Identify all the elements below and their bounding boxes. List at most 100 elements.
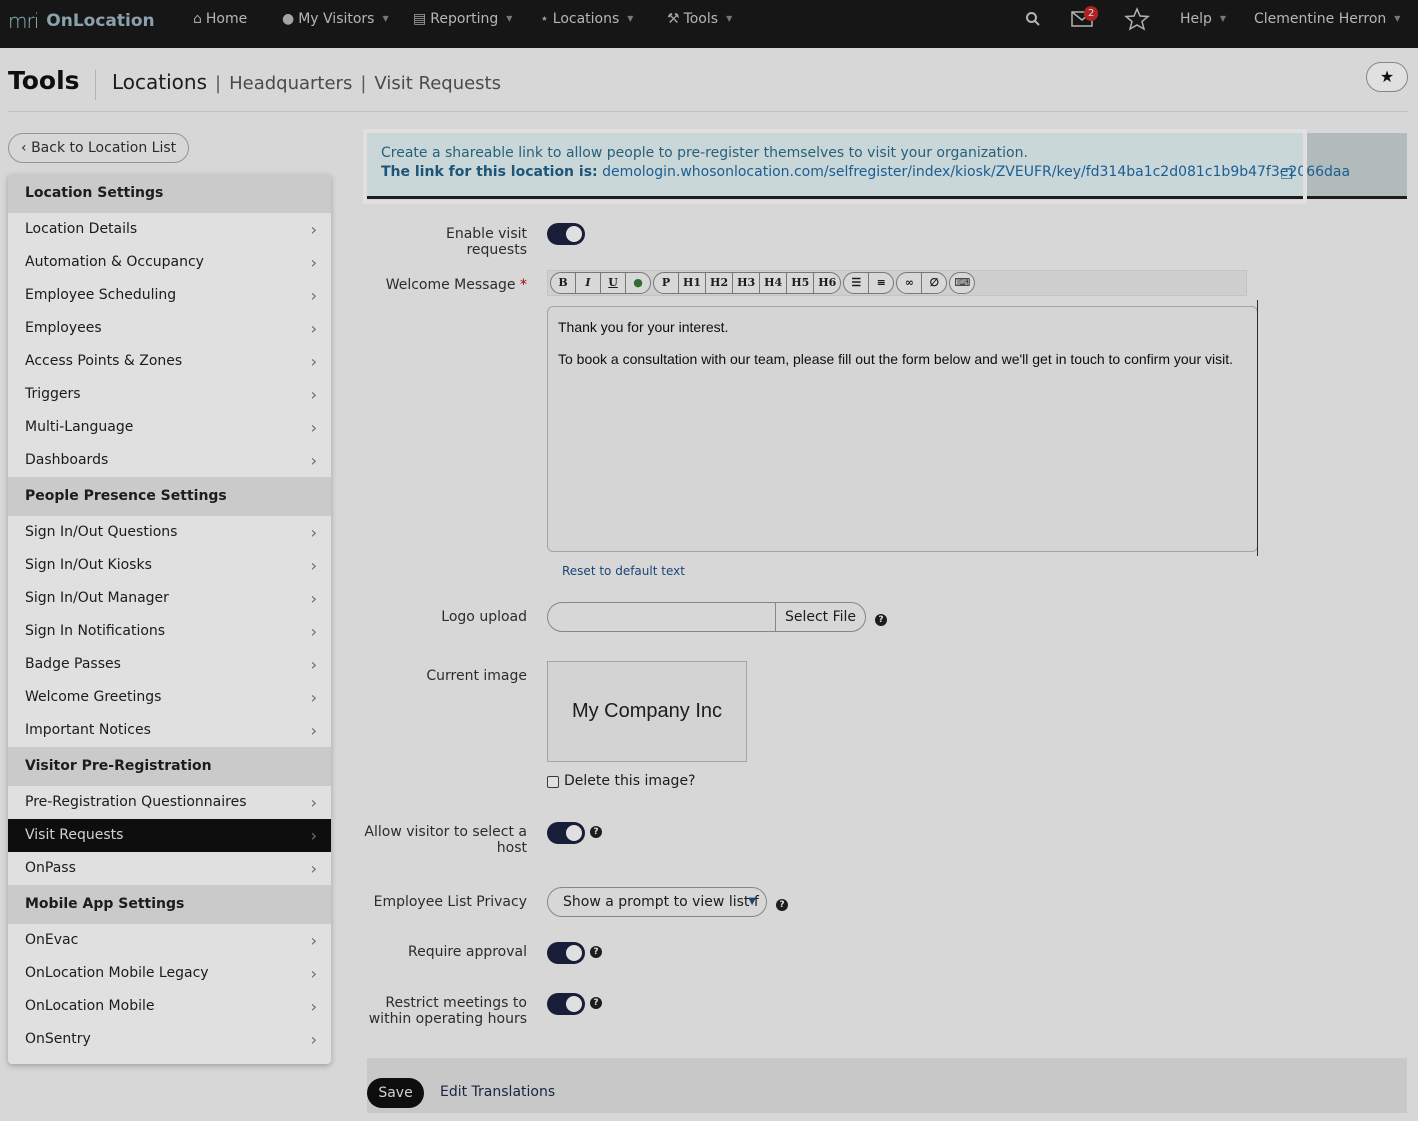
enable-visit-requests-label: Enable visit requests	[446, 226, 527, 258]
color-picker-icon[interactable]: ●	[625, 272, 651, 294]
sidebar-item-employee-scheduling[interactable]: Employee Scheduling ›	[8, 279, 331, 312]
editor-resize-border	[1257, 300, 1258, 556]
welcome-message-editor[interactable]: Thank you for your interest. To book a c…	[547, 306, 1258, 552]
logo-file-input[interactable]	[547, 602, 776, 632]
h6-button[interactable]: H6	[813, 272, 842, 294]
sidebar-item-label: OnLocation Mobile Legacy	[25, 965, 209, 981]
favorites-button[interactable]	[1124, 0, 1150, 48]
sidebar-item-onevac[interactable]: OnEvac ›	[8, 924, 331, 957]
allow-host-toggle[interactable]	[547, 822, 585, 844]
chevron-right-icon: ›	[310, 931, 317, 950]
delete-image-checkbox[interactable]	[547, 776, 559, 788]
search-button[interactable]	[1025, 0, 1041, 48]
copy-icon[interactable]: ❐	[1280, 167, 1293, 183]
h1-button[interactable]: H1	[678, 272, 707, 294]
sidebar-item-multi-language[interactable]: Multi-Language ›	[8, 411, 331, 444]
unordered-list-icon[interactable]: ≡	[868, 272, 895, 294]
chevron-right-icon: ›	[310, 589, 317, 608]
help-icon[interactable]: ?	[590, 826, 602, 838]
sidebar-item-sign-in-notifications[interactable]: Sign In Notifications ›	[8, 615, 331, 648]
breadcrumb-locations[interactable]: Locations	[112, 70, 207, 94]
privacy-select[interactable]: Show a prompt to view list f ▼	[547, 887, 767, 917]
ordered-list-icon[interactable]: ☰	[843, 272, 870, 294]
sidebar-item-automation-occupancy[interactable]: Automation & Occupancy ›	[8, 246, 331, 279]
sidebar-item-location-details[interactable]: Location Details ›	[8, 213, 331, 246]
toggle-knob	[566, 996, 582, 1012]
sidebar-item-dashboards[interactable]: Dashboards ›	[8, 444, 331, 477]
help-icon[interactable]: ?	[590, 946, 602, 958]
chevron-right-icon: ›	[310, 1030, 317, 1049]
sidebar-item-label: Sign In/Out Questions	[25, 524, 178, 540]
underline-button[interactable]: U	[600, 272, 626, 294]
sidebar-item-access-points-zones[interactable]: Access Points & Zones ›	[8, 345, 331, 378]
sidebar-item-badge-passes[interactable]: Badge Passes ›	[8, 648, 331, 681]
registration-link[interactable]: demologin.whosonlocation.com/selfregiste…	[602, 164, 1350, 180]
bold-button[interactable]: B	[550, 272, 576, 294]
nav-help[interactable]: Help ▼	[1180, 0, 1226, 48]
sidebar-item-label: OnEvac	[25, 932, 79, 948]
current-logo-image: My Company Inc	[547, 661, 747, 762]
sidebar-item-onpass[interactable]: OnPass ›	[8, 852, 331, 885]
sidebar-item-label: Location Details	[25, 221, 138, 237]
nav-tools[interactable]: ⚒ Tools ▼	[667, 0, 732, 48]
sidebar-item-label: Triggers	[25, 386, 81, 402]
select-file-button[interactable]: Select File	[775, 602, 866, 632]
help-icon[interactable]: ?	[776, 899, 788, 911]
help-icon[interactable]: ?	[590, 997, 602, 1009]
app-logo[interactable]: mri OnLocation	[8, 9, 155, 33]
h4-button[interactable]: H4	[759, 272, 788, 294]
sidebar-item-sign-in-out-kiosks[interactable]: Sign In/Out Kiosks ›	[8, 549, 331, 582]
source-code-icon[interactable]: ⌨	[949, 272, 976, 294]
chevron-down-icon: ▼	[1394, 14, 1401, 23]
link-icon[interactable]: ∞	[896, 272, 923, 294]
nav-user-menu[interactable]: Clementine Herron ▼	[1254, 0, 1400, 48]
sidebar-item-sign-in-out-questions[interactable]: Sign In/Out Questions ›	[8, 516, 331, 549]
nav-help-label: Help	[1180, 11, 1212, 27]
heading-group: P H1 H2 H3 H4 H5 H6	[653, 272, 842, 294]
restrict-meetings-toggle[interactable]	[547, 993, 585, 1015]
nav-reporting[interactable]: ▤ Reporting ▼	[413, 0, 512, 48]
sidebar-section-heading: People Presence Settings	[8, 477, 331, 516]
sidebar-item-pre-registration-questionnaires[interactable]: Pre-Registration Questionnaires ›	[8, 786, 331, 819]
list-group: ☰ ≡	[843, 272, 895, 294]
sidebar-item-important-notices[interactable]: Important Notices ›	[8, 714, 331, 747]
edit-translations-link[interactable]: Edit Translations	[440, 1084, 555, 1100]
chevron-right-icon: ›	[310, 253, 317, 272]
sidebar-item-label: Badge Passes	[25, 656, 121, 672]
italic-button[interactable]: I	[575, 272, 601, 294]
chevron-right-icon: ›	[310, 556, 317, 575]
nav-tools-label: Tools	[683, 11, 719, 27]
sidebar-item-onlocation-mobile-legacy[interactable]: OnLocation Mobile Legacy ›	[8, 957, 331, 990]
sidebar-item-visit-requests[interactable]: Visit Requests ›	[8, 819, 331, 852]
sidebar-item-employees[interactable]: Employees ›	[8, 312, 331, 345]
nav-my-visitors[interactable]: ● My Visitors ▼	[282, 0, 389, 48]
back-to-location-list-button[interactable]: ‹ Back to Location List	[8, 133, 190, 163]
help-icon[interactable]: ?	[875, 614, 887, 626]
sidebar-item-sign-in-out-manager[interactable]: Sign In/Out Manager ›	[8, 582, 331, 615]
info-link-label: The link for this location is:	[381, 164, 598, 180]
nav-locations[interactable]: ⋆ Locations ▼	[540, 0, 633, 48]
h5-button[interactable]: H5	[786, 272, 815, 294]
sidebar-item-label: Employees	[25, 320, 102, 336]
restrict-label-line2: within operating hours	[368, 1011, 527, 1027]
sidebar-item-label: Sign In Notifications	[25, 623, 166, 639]
require-approval-toggle[interactable]	[547, 942, 585, 964]
chevron-right-icon: ›	[310, 319, 317, 338]
sidebar-item-triggers[interactable]: Triggers ›	[8, 378, 331, 411]
nav-reporting-label: Reporting	[430, 11, 499, 27]
home-icon: ⌂	[193, 11, 202, 27]
save-button[interactable]: Save	[367, 1078, 424, 1108]
h3-button[interactable]: H3	[732, 272, 761, 294]
sidebar-item-welcome-greetings[interactable]: Welcome Greetings ›	[8, 681, 331, 714]
unlink-icon[interactable]: ∅	[921, 272, 948, 294]
mail-count-badge: 2	[1084, 6, 1099, 21]
enable-visit-requests-toggle[interactable]	[547, 223, 585, 245]
h2-button[interactable]: H2	[705, 272, 734, 294]
breadcrumb-headquarters[interactable]: Headquarters	[229, 73, 352, 94]
sidebar-item-onsentry[interactable]: OnSentry ›	[8, 1023, 331, 1056]
sidebar-item-onlocation-mobile[interactable]: OnLocation Mobile ›	[8, 990, 331, 1023]
favorite-page-button[interactable]: ★	[1366, 62, 1408, 92]
paragraph-button[interactable]: P	[653, 272, 679, 294]
reset-default-text-link[interactable]: Reset to default text	[562, 564, 685, 578]
nav-home[interactable]: ⌂ Home	[193, 0, 247, 48]
